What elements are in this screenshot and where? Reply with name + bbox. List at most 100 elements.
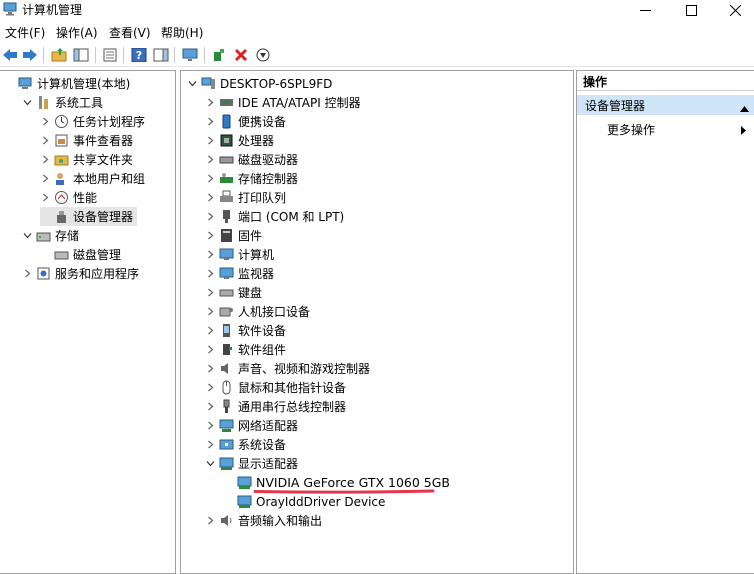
device-item-item-11[interactable]: 键盘 bbox=[205, 283, 262, 302]
nav-item-item-3[interactable]: 事件查看器 bbox=[40, 131, 133, 150]
maximize-button[interactable] bbox=[668, 0, 714, 20]
device-item-item-8[interactable]: 固件 bbox=[205, 226, 262, 245]
close-button[interactable] bbox=[712, 0, 754, 20]
nav-item-item-9[interactable]: 磁盘管理 bbox=[40, 245, 121, 264]
chevron-right-icon[interactable] bbox=[205, 231, 215, 241]
chevron-right-icon[interactable] bbox=[205, 326, 215, 336]
more-actions[interactable]: 更多操作 bbox=[607, 121, 655, 138]
device-item-item-19[interactable]: 系统设备 bbox=[205, 435, 286, 454]
scan-hardware-icon[interactable] bbox=[210, 46, 228, 64]
computer-management-icon bbox=[3, 1, 18, 16]
device-item-item-23[interactable]: 音频输入和输出 bbox=[205, 511, 322, 530]
chevron-right-icon[interactable] bbox=[205, 307, 215, 317]
nav-item-item-0[interactable]: 计算机管理(本地) bbox=[4, 74, 130, 93]
chevron-right-icon[interactable] bbox=[205, 193, 215, 203]
chevron-right-icon[interactable] bbox=[22, 269, 32, 279]
chevron-right-icon[interactable] bbox=[205, 421, 215, 431]
chevron-right-icon[interactable] bbox=[40, 193, 50, 203]
menu-file[interactable]: 文件(F) bbox=[5, 24, 45, 41]
device-item-item-12[interactable]: 人机接口设备 bbox=[205, 302, 310, 321]
nav-item-item-6[interactable]: 性能 bbox=[40, 188, 97, 207]
chevron-down-icon[interactable] bbox=[205, 459, 215, 469]
disk-management-icon bbox=[54, 247, 69, 262]
minimize-button[interactable] bbox=[622, 0, 668, 20]
properties-icon[interactable] bbox=[101, 46, 119, 64]
up-folder-icon[interactable] bbox=[50, 46, 68, 64]
device-item-item-17[interactable]: 通用串行总线控制器 bbox=[205, 397, 346, 416]
disable-device-icon[interactable] bbox=[254, 46, 272, 64]
device-item-ide-ata-atapi-1[interactable]: IDE ATA/ATAPI 控制器 bbox=[205, 93, 361, 112]
chevron-right-icon[interactable] bbox=[205, 136, 215, 146]
chevron-right-icon[interactable] bbox=[205, 212, 215, 222]
storage-icon bbox=[36, 228, 51, 243]
device-item-item-20[interactable]: 显示适配器 bbox=[205, 454, 298, 473]
back-arrow-icon[interactable] bbox=[1, 46, 19, 64]
ide-controller-icon bbox=[219, 95, 234, 110]
chevron-right-icon[interactable] bbox=[205, 345, 215, 355]
device-item-item-6[interactable]: 打印队列 bbox=[205, 188, 286, 207]
device-item-item-18[interactable]: 网络适配器 bbox=[205, 416, 298, 435]
forward-arrow-icon[interactable] bbox=[21, 46, 39, 64]
actions-pane: 操作 设备管理器 更多操作 bbox=[576, 70, 754, 574]
chevron-right-icon[interactable] bbox=[205, 155, 215, 165]
chevron-right-icon[interactable] bbox=[205, 383, 215, 393]
tree-item-label: IDE ATA/ATAPI 控制器 bbox=[238, 96, 361, 110]
device-item-item-13[interactable]: 软件设备 bbox=[205, 321, 286, 340]
navigation-tree: 计算机管理(本地) 系统工具 任务计划程序 事件查看器 共享文件夹 本地用户和组 性能 设备管… bbox=[0, 70, 176, 574]
device-item-orayidddriver-device-22[interactable]: OrayIddDriver Device bbox=[223, 492, 385, 511]
chevron-right-icon[interactable] bbox=[205, 117, 215, 127]
device-item-item-3[interactable]: 处理器 bbox=[205, 131, 274, 150]
device-item-desktop-6spl9fd-0[interactable]: DESKTOP-6SPL9FD bbox=[187, 74, 332, 93]
nav-item-item-2[interactable]: 任务计划程序 bbox=[40, 112, 145, 131]
device-item-item-14[interactable]: 软件组件 bbox=[205, 340, 286, 359]
collapse-up-icon[interactable] bbox=[740, 101, 749, 115]
chevron-right-icon[interactable] bbox=[205, 516, 215, 526]
show-hide-tree-icon[interactable] bbox=[72, 46, 90, 64]
performance-icon bbox=[54, 190, 69, 205]
nav-item-item-1[interactable]: 系统工具 bbox=[22, 93, 103, 112]
device-item-item-10[interactable]: 监视器 bbox=[205, 264, 274, 283]
chevron-down-icon[interactable] bbox=[187, 79, 197, 89]
show-action-pane-icon[interactable] bbox=[152, 46, 170, 64]
device-item-item-5[interactable]: 存储控制器 bbox=[205, 169, 298, 188]
expander-placeholder bbox=[40, 250, 50, 260]
chevron-right-icon[interactable] bbox=[40, 117, 50, 127]
tree-item-label: 磁盘管理 bbox=[73, 248, 122, 262]
nav-item-item-7[interactable]: 设备管理器 bbox=[40, 207, 138, 226]
chevron-right-icon[interactable] bbox=[205, 269, 215, 279]
device-item-item-16[interactable]: 鼠标和其他指针设备 bbox=[205, 378, 346, 397]
device-item-item-2[interactable]: 便携设备 bbox=[205, 112, 286, 131]
device-item-item-15[interactable]: 声音、视频和游戏控制器 bbox=[205, 359, 370, 378]
keyboard-icon bbox=[219, 285, 234, 300]
chevron-right-icon[interactable] bbox=[205, 288, 215, 298]
chevron-right-icon[interactable] bbox=[40, 174, 50, 184]
nav-item-item-10[interactable]: 服务和应用程序 bbox=[22, 264, 139, 283]
menu-action[interactable]: 操作(A) bbox=[56, 24, 98, 41]
chevron-down-icon[interactable] bbox=[22, 98, 32, 108]
chevron-right-icon[interactable] bbox=[205, 98, 215, 108]
tree-item-label: 显示适配器 bbox=[238, 457, 299, 471]
expander-placeholder bbox=[4, 79, 14, 89]
monitor-icon[interactable] bbox=[181, 46, 199, 64]
device-item-item-9[interactable]: 计算机 bbox=[205, 245, 274, 264]
chevron-right-icon[interactable] bbox=[40, 136, 50, 146]
nav-item-item-5[interactable]: 本地用户和组 bbox=[40, 169, 145, 188]
title-bar: 计算机管理 bbox=[0, 0, 754, 20]
uninstall-icon[interactable] bbox=[232, 46, 250, 64]
chevron-down-icon[interactable] bbox=[22, 231, 32, 241]
device-item-item-4[interactable]: 磁盘驱动器 bbox=[205, 150, 298, 169]
chevron-right-icon[interactable] bbox=[205, 174, 215, 184]
nav-item-item-8[interactable]: 存储 bbox=[22, 226, 79, 245]
actions-section-device-manager[interactable]: 设备管理器 bbox=[577, 95, 754, 115]
chevron-right-icon[interactable] bbox=[205, 364, 215, 374]
menu-help[interactable]: 帮助(H) bbox=[161, 24, 203, 41]
chevron-right-icon[interactable] bbox=[205, 440, 215, 450]
device-item-com-lpt-7[interactable]: 端口 (COM 和 LPT) bbox=[205, 207, 344, 226]
chevron-right-icon[interactable] bbox=[205, 402, 215, 412]
help-icon[interactable]: ? bbox=[130, 46, 148, 64]
chevron-right-icon[interactable] bbox=[205, 250, 215, 260]
event-viewer-icon bbox=[54, 133, 69, 148]
menu-view[interactable]: 查看(V) bbox=[109, 24, 151, 41]
chevron-right-icon[interactable] bbox=[40, 155, 50, 165]
nav-item-item-4[interactable]: 共享文件夹 bbox=[40, 150, 133, 169]
